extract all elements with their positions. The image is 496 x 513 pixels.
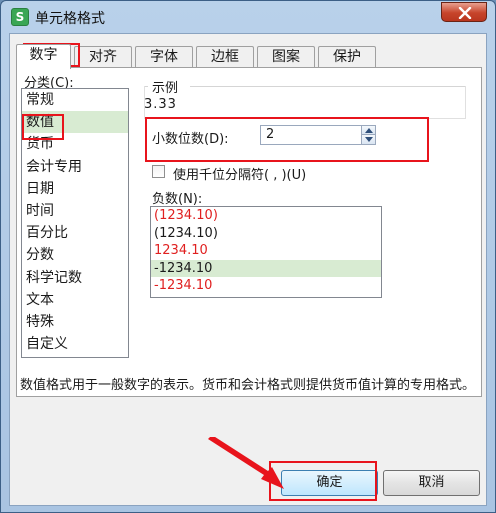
sample-value: 3.33 [144,97,177,112]
tab-number[interactable]: 数字 [16,44,71,69]
format-description: 数值格式用于一般数字的表示。货币和会计格式则提供货币值计算的专用格式。 [20,378,476,393]
negative-format-red-minus[interactable]: -1234.10 [151,277,381,295]
thousands-separator-checkbox[interactable] [152,165,165,178]
tab-pattern[interactable]: 图案 [257,46,315,68]
tab-border[interactable]: 边框 [196,46,254,68]
category-item-date[interactable]: 日期 [22,178,128,200]
dialog-title: 单元格格式 [35,11,105,27]
app-logo-icon: S [11,8,29,26]
decimal-decrease-button[interactable] [361,135,375,144]
category-item-accounting[interactable]: 会计专用 [22,156,128,178]
category-item-custom[interactable]: 自定义 [22,333,128,355]
dialog-body: 数字 对齐 字体 边框 图案 保护 分类(C): 常规 数值 货币 会计专用 日… [9,33,487,506]
chevron-up-icon [365,128,373,133]
ok-button[interactable]: 确定 [281,470,378,496]
decimal-places-stepper[interactable]: 2 [260,125,376,145]
negative-format-red-parentheses[interactable]: (1234.10) [151,207,381,225]
decimal-places-value: 2 [266,127,275,142]
tab-protection[interactable]: 保护 [318,46,376,68]
negative-format-parentheses[interactable]: (1234.10) [151,225,381,243]
category-item-currency[interactable]: 货币 [22,133,128,155]
negative-numbers-label: 负数(N): [152,192,203,207]
category-item-special[interactable]: 特殊 [22,311,128,333]
category-item-time[interactable]: 时间 [22,200,128,222]
close-icon [458,7,472,19]
category-list[interactable]: 常规 数值 货币 会计专用 日期 时间 百分比 分数 科学记数 文本 特殊 自定… [21,88,129,358]
negative-numbers-list[interactable]: (1234.10) (1234.10) 1234.10 -1234.10 -12… [150,206,382,298]
decimal-increase-button[interactable] [361,126,375,135]
tab-alignment[interactable]: 对齐 [74,46,132,68]
category-item-percentage[interactable]: 百分比 [22,222,128,244]
close-button[interactable] [441,2,487,22]
tab-font[interactable]: 字体 [135,46,193,68]
category-item-general[interactable]: 常规 [22,89,128,111]
thousands-separator-label[interactable]: 使用千位分隔符( , )(U) [173,164,306,183]
annotation-arrow-icon [208,437,284,489]
negative-format-minus[interactable]: -1234.10 [151,259,381,277]
category-item-scientific[interactable]: 科学记数 [22,267,128,289]
category-item-fraction[interactable]: 分数 [22,244,128,266]
cancel-button[interactable]: 取消 [383,470,480,496]
format-cells-dialog: S 单元格格式 数字 对齐 字体 边框 图案 保护 分类(C): 常规 数值 货… [0,0,496,513]
category-item-text[interactable]: 文本 [22,289,128,311]
category-item-number[interactable]: 数值 [22,111,128,134]
chevron-down-icon [365,137,373,142]
sample-box [144,86,466,119]
title-bar[interactable]: S 单元格格式 [1,1,495,33]
decimal-places-label: 小数位数(D): [152,132,229,147]
negative-format-red-plain[interactable]: 1234.10 [151,242,381,260]
